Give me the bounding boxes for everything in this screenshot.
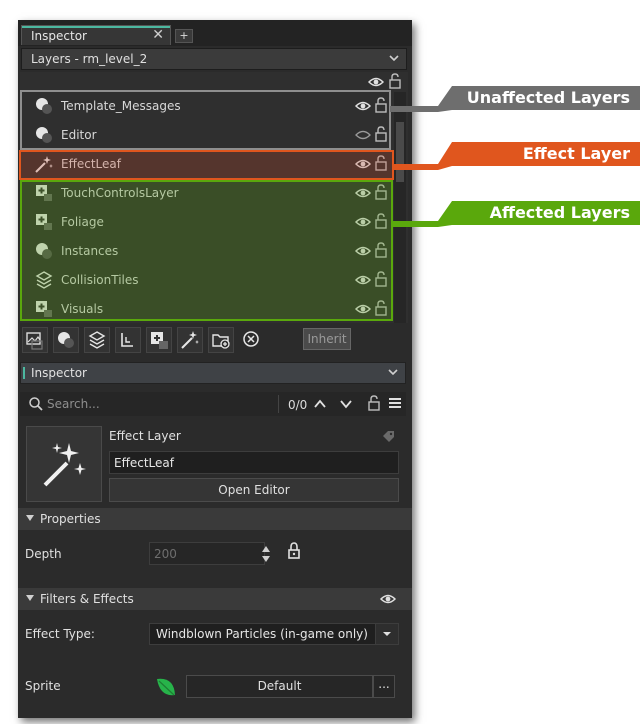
add-tab-button[interactable]: + <box>175 29 193 43</box>
callout-affected: Affected Layers <box>452 201 640 225</box>
asset-layer-icon <box>151 332 168 349</box>
effect-type-value: Windblown Particles (in-game only) <box>156 627 368 641</box>
add-tile-layer-button[interactable] <box>84 327 110 353</box>
lock-icon[interactable] <box>288 542 300 559</box>
path-layer-icon <box>121 333 133 347</box>
depth-stepper[interactable] <box>261 544 271 564</box>
folder-add-icon <box>212 334 230 349</box>
callout-unaffected-label: Unaffected Layers <box>466 88 630 107</box>
depth-field[interactable]: 200 <box>149 542 265 565</box>
callout-effect-label: Effect Layer <box>522 144 630 163</box>
tab-label: Inspector <box>31 29 87 43</box>
inspector-section-header[interactable]: Inspector <box>20 362 406 384</box>
callout-effect: Effect Layer <box>452 142 640 166</box>
filters-section-header[interactable]: Filters & Effects <box>18 588 412 610</box>
layer-thumbnail <box>26 426 102 502</box>
callout-unaffected: Unaffected Layers <box>452 86 640 110</box>
eye-icon[interactable] <box>380 593 396 605</box>
open-editor-button[interactable]: Open Editor <box>109 478 399 502</box>
menu-icon[interactable] <box>388 397 402 409</box>
sprite-selector[interactable]: Default <box>186 675 373 698</box>
room-layers-dropdown[interactable]: Layers - rm_level_2 <box>21 48 407 70</box>
instance-layer-icon <box>58 332 74 348</box>
add-asset-layer-button[interactable] <box>146 327 172 353</box>
search-divider <box>278 395 279 413</box>
delete-layer-button[interactable] <box>239 327 265 353</box>
add-background-layer-button[interactable] <box>22 327 48 353</box>
properties-label: Properties <box>40 512 101 526</box>
sprite-more-button[interactable]: ... <box>373 675 395 698</box>
effect-layer-box <box>19 150 394 180</box>
add-path-layer-button[interactable] <box>115 327 141 353</box>
properties-section-header[interactable]: Properties <box>18 508 412 530</box>
effect-layer-icon <box>181 331 199 349</box>
affected-layers-box <box>20 180 393 321</box>
effect-layer-icon <box>43 443 86 487</box>
inspector-header-label: Inspector <box>31 366 87 380</box>
delete-icon <box>243 331 259 347</box>
chevron-down-icon[interactable] <box>340 399 352 409</box>
chevron-down-icon <box>388 369 398 376</box>
room-layers-label: Layers - rm_level_2 <box>31 52 148 66</box>
layer-name-value: EffectLeaf <box>114 456 174 470</box>
layer-list-header <box>20 72 408 92</box>
effect-type-dropdown[interactable]: Windblown Particles (in-game only) <box>149 623 399 645</box>
add-effect-layer-button[interactable] <box>177 327 203 353</box>
inherit-button[interactable]: Inherit <box>303 328 351 350</box>
filters-label: Filters & Effects <box>40 592 134 606</box>
depth-label: Depth <box>25 547 62 561</box>
chevron-up-icon[interactable] <box>314 399 326 409</box>
tag-icon[interactable] <box>382 430 395 443</box>
layer-toolbar: Inherit <box>20 323 408 355</box>
layer-type-label: Effect Layer <box>109 429 181 443</box>
chevron-down-icon <box>389 55 399 62</box>
header-accent <box>23 367 25 379</box>
close-icon[interactable]: ✕ <box>152 27 164 43</box>
background-layer-icon <box>26 332 43 350</box>
collapse-triangle-icon <box>26 595 34 601</box>
sprite-label: Sprite <box>25 679 61 693</box>
depth-value: 200 <box>154 547 177 561</box>
search-bar: Search... 0/0 <box>20 392 406 416</box>
callout-affected-label: Affected Layers <box>489 203 630 222</box>
tab-inspector[interactable]: Inspector ✕ <box>21 25 171 45</box>
lock-icon[interactable] <box>368 395 380 411</box>
tile-layer-icon <box>88 331 106 349</box>
search-count: 0/0 <box>288 398 308 412</box>
tab-bar: Inspector ✕ + <box>18 20 412 46</box>
dropdown-button[interactable] <box>375 624 398 644</box>
tab-accent <box>22 26 170 28</box>
add-instance-layer-button[interactable] <box>53 327 79 353</box>
layer-name-field[interactable]: EffectLeaf <box>109 451 399 474</box>
effect-type-label: Effect Type: <box>25 627 95 641</box>
leaf-icon <box>157 678 175 696</box>
search-input[interactable]: Search... <box>47 397 100 411</box>
triangle-down-icon <box>383 632 391 636</box>
collapse-triangle-icon <box>26 515 34 521</box>
search-icon <box>29 397 43 411</box>
unaffected-layers-box <box>20 90 391 150</box>
add-folder-button[interactable] <box>208 327 234 353</box>
